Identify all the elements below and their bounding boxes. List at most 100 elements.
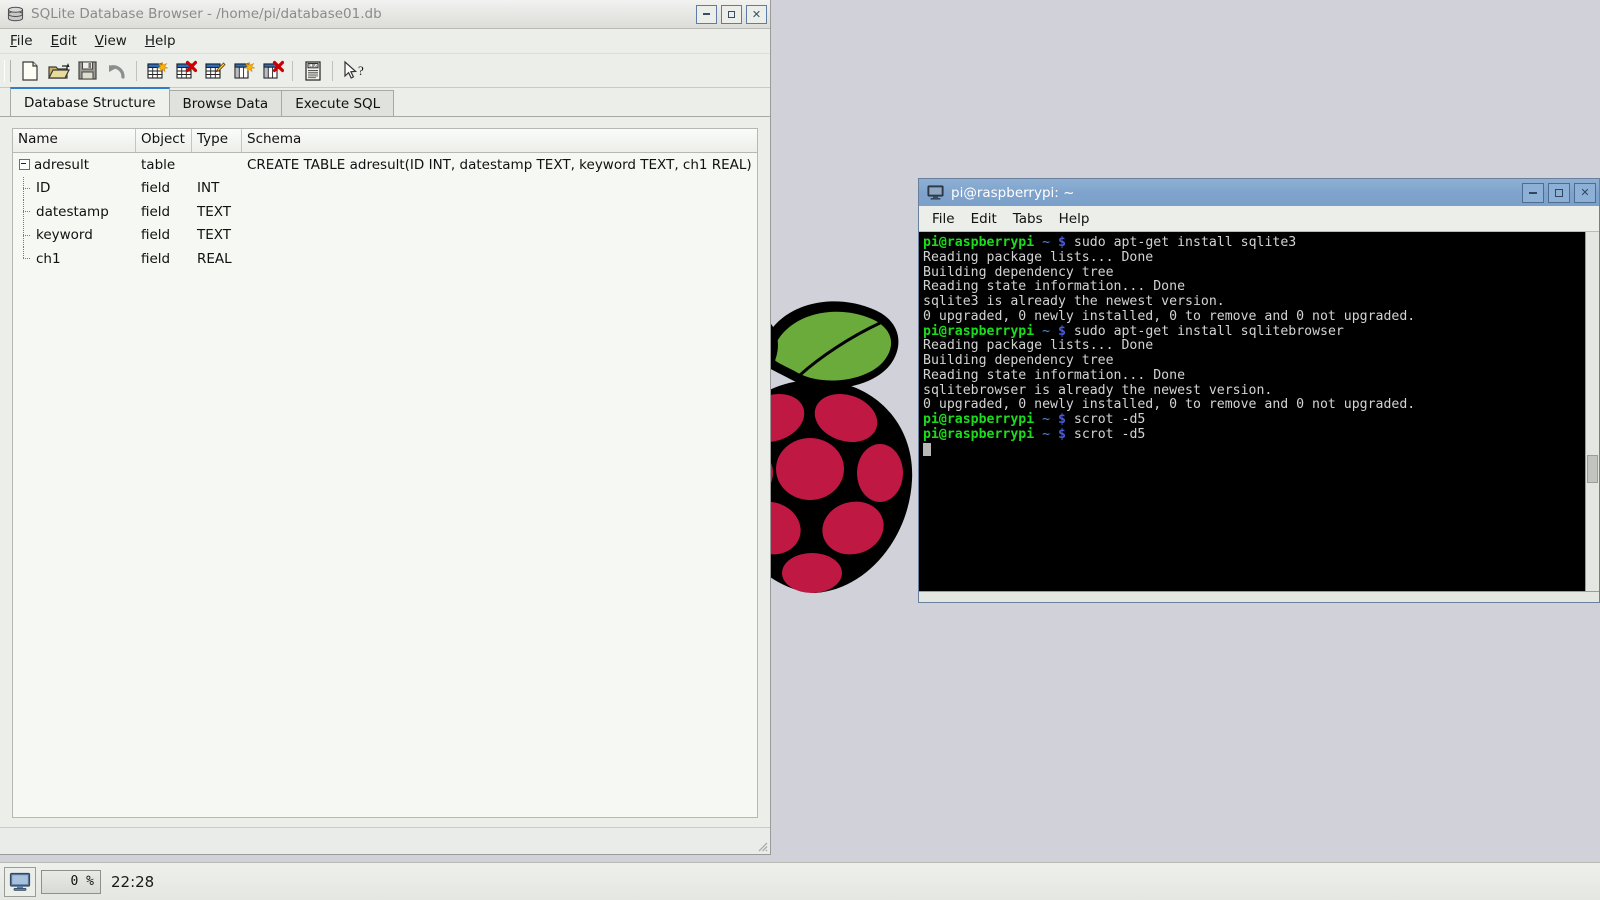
menu-file[interactable]: File: [10, 33, 33, 49]
open-database-icon: [47, 60, 70, 82]
database-structure-panel: Name Object Type Schema adresult table C…: [0, 117, 770, 827]
tree-node-field[interactable]: ch1: [13, 247, 136, 271]
sqlite-statusbar: [0, 827, 770, 854]
terminal-output-line: 0 upgraded, 0 newly installed, 0 to remo…: [923, 398, 1585, 413]
tab-database-structure[interactable]: Database Structure: [10, 87, 170, 116]
sqlite-close-button[interactable]: ✕: [746, 5, 767, 24]
tree-node-field[interactable]: datestamp: [13, 200, 136, 224]
whats-this-icon: ?: [342, 60, 364, 82]
table-row[interactable]: keyword field TEXT: [13, 224, 757, 248]
terminal-output-line: Reading package lists... Done: [923, 339, 1585, 354]
terminal-prompt-path: ~: [1042, 235, 1050, 250]
terminal-output-line: sqlite3 is already the newest version.: [923, 295, 1585, 310]
terminal-output-line: Reading state information... Done: [923, 280, 1585, 295]
table-row[interactable]: ID field INT: [13, 177, 757, 201]
sqlite-titlebar[interactable]: SQLite Database Browser - /home/pi/datab…: [0, 0, 770, 29]
terminal-menu-file[interactable]: File: [932, 211, 955, 227]
menu-help[interactable]: Help: [145, 33, 176, 49]
field-type-cell: REAL: [192, 251, 242, 267]
clock[interactable]: 22:28: [111, 873, 154, 891]
tab-browse-data-label: Browse Data: [183, 96, 269, 112]
revert-changes-button[interactable]: [102, 56, 131, 85]
modify-table-button[interactable]: [200, 56, 229, 85]
resize-grip-icon[interactable]: [755, 839, 768, 852]
whats-this-button[interactable]: ?: [338, 56, 367, 85]
table-name-label: adresult: [34, 157, 89, 173]
terminal-horizontal-scrollbar[interactable]: [919, 591, 1599, 602]
terminal-minimize-button[interactable]: [1522, 183, 1544, 203]
toolbar-grip[interactable]: [4, 60, 11, 82]
terminal-maximize-button[interactable]: [1548, 183, 1570, 203]
show-desktop-icon: [9, 872, 31, 892]
column-header-name[interactable]: Name: [13, 129, 136, 152]
terminal-scrollbar-thumb[interactable]: [1587, 455, 1598, 483]
menu-edit[interactable]: Edit: [51, 33, 77, 49]
sqlite-menubar[interactable]: File Edit View Help: [0, 29, 770, 54]
tab-execute-sql[interactable]: Execute SQL: [281, 90, 394, 116]
table-row[interactable]: ch1 field REAL: [13, 247, 757, 271]
modify-table-icon: [204, 60, 226, 82]
tree-node-table[interactable]: adresult: [13, 157, 136, 173]
tree-node-field[interactable]: keyword: [13, 224, 136, 248]
open-database-button[interactable]: [44, 56, 73, 85]
terminal-line: [923, 443, 1585, 459]
schema-tree[interactable]: Name Object Type Schema adresult table C…: [12, 128, 758, 818]
create-table-button[interactable]: [142, 56, 171, 85]
tree-branch-line: [23, 177, 36, 201]
terminal-command: scrot -d5: [1066, 412, 1145, 427]
terminal-command: sudo apt-get install sqlitebrowser: [1066, 324, 1344, 339]
terminal-output[interactable]: pi@raspberrypi ~ $ sudo apt-get install …: [919, 232, 1585, 591]
schema-tree-header[interactable]: Name Object Type Schema: [13, 129, 757, 153]
delete-table-icon: [175, 60, 197, 82]
table-row[interactable]: datestamp field TEXT: [13, 200, 757, 224]
sqlite-window-controls[interactable]: ✕: [696, 5, 767, 24]
column-header-schema[interactable]: Schema: [242, 129, 757, 152]
terminal-line: pi@raspberrypi ~ $ sudo apt-get install …: [923, 236, 1585, 251]
column-header-type[interactable]: Type: [192, 129, 242, 152]
save-database-button[interactable]: [73, 56, 102, 85]
log-button[interactable]: LOG: [298, 56, 327, 85]
create-index-button[interactable]: [229, 56, 258, 85]
cpu-usage-widget[interactable]: 0 %: [41, 870, 101, 894]
toolbar-separator-3: [332, 61, 333, 81]
column-header-object[interactable]: Object: [136, 129, 192, 152]
tree-branch-line: [23, 200, 36, 224]
new-database-button[interactable]: [15, 56, 44, 85]
table-row[interactable]: adresult table CREATE TABLE adresult(ID …: [13, 153, 757, 177]
table-schema-cell: CREATE TABLE adresult(ID INT, datestamp …: [242, 157, 757, 173]
tree-node-field[interactable]: ID: [13, 177, 136, 201]
sqlite-toolbar[interactable]: LOG ?: [0, 54, 770, 88]
delete-index-button[interactable]: [258, 56, 287, 85]
terminal-menu-tabs[interactable]: Tabs: [1013, 211, 1043, 227]
terminal-prompt-user: pi@raspberrypi: [923, 427, 1034, 442]
table-object-cell: table: [136, 157, 192, 173]
show-desktop-button[interactable]: [4, 867, 36, 897]
terminal-command: sudo apt-get install sqlite3: [1066, 235, 1296, 250]
sqlite-browser-window[interactable]: SQLite Database Browser - /home/pi/datab…: [0, 0, 771, 855]
collapse-expander-icon[interactable]: [19, 159, 30, 170]
revert-changes-icon: [106, 61, 128, 81]
terminal-menu-edit[interactable]: Edit: [971, 211, 997, 227]
terminal-window[interactable]: pi@raspberrypi: ~ ✕ File Edit Tabs Help …: [918, 178, 1600, 603]
sqlite-maximize-button[interactable]: [721, 5, 742, 24]
taskbar[interactable]: 0 % 22:28: [0, 862, 1600, 900]
menu-view[interactable]: View: [95, 33, 127, 49]
sqlite-tabbar[interactable]: Database Structure Browse Data Execute S…: [0, 88, 770, 117]
new-database-icon: [19, 60, 41, 82]
terminal-command: scrot -d5: [1066, 427, 1145, 442]
field-object-cell: field: [136, 227, 192, 243]
terminal-titlebar[interactable]: pi@raspberrypi: ~ ✕: [919, 179, 1599, 206]
terminal-prompt-symbol: $: [1058, 412, 1066, 427]
sqlite-minimize-button[interactable]: [696, 5, 717, 24]
field-object-cell: field: [136, 180, 192, 196]
log-icon: LOG: [303, 60, 323, 82]
terminal-body[interactable]: pi@raspberrypi ~ $ sudo apt-get install …: [919, 232, 1599, 591]
delete-table-button[interactable]: [171, 56, 200, 85]
terminal-close-button[interactable]: ✕: [1574, 183, 1596, 203]
terminal-menu-help[interactable]: Help: [1059, 211, 1090, 227]
tab-browse-data[interactable]: Browse Data: [169, 90, 283, 116]
terminal-menubar[interactable]: File Edit Tabs Help: [919, 206, 1599, 232]
tab-database-structure-label: Database Structure: [24, 95, 156, 111]
terminal-output-line: 0 upgraded, 0 newly installed, 0 to remo…: [923, 310, 1585, 325]
terminal-scrollbar[interactable]: [1585, 232, 1599, 591]
